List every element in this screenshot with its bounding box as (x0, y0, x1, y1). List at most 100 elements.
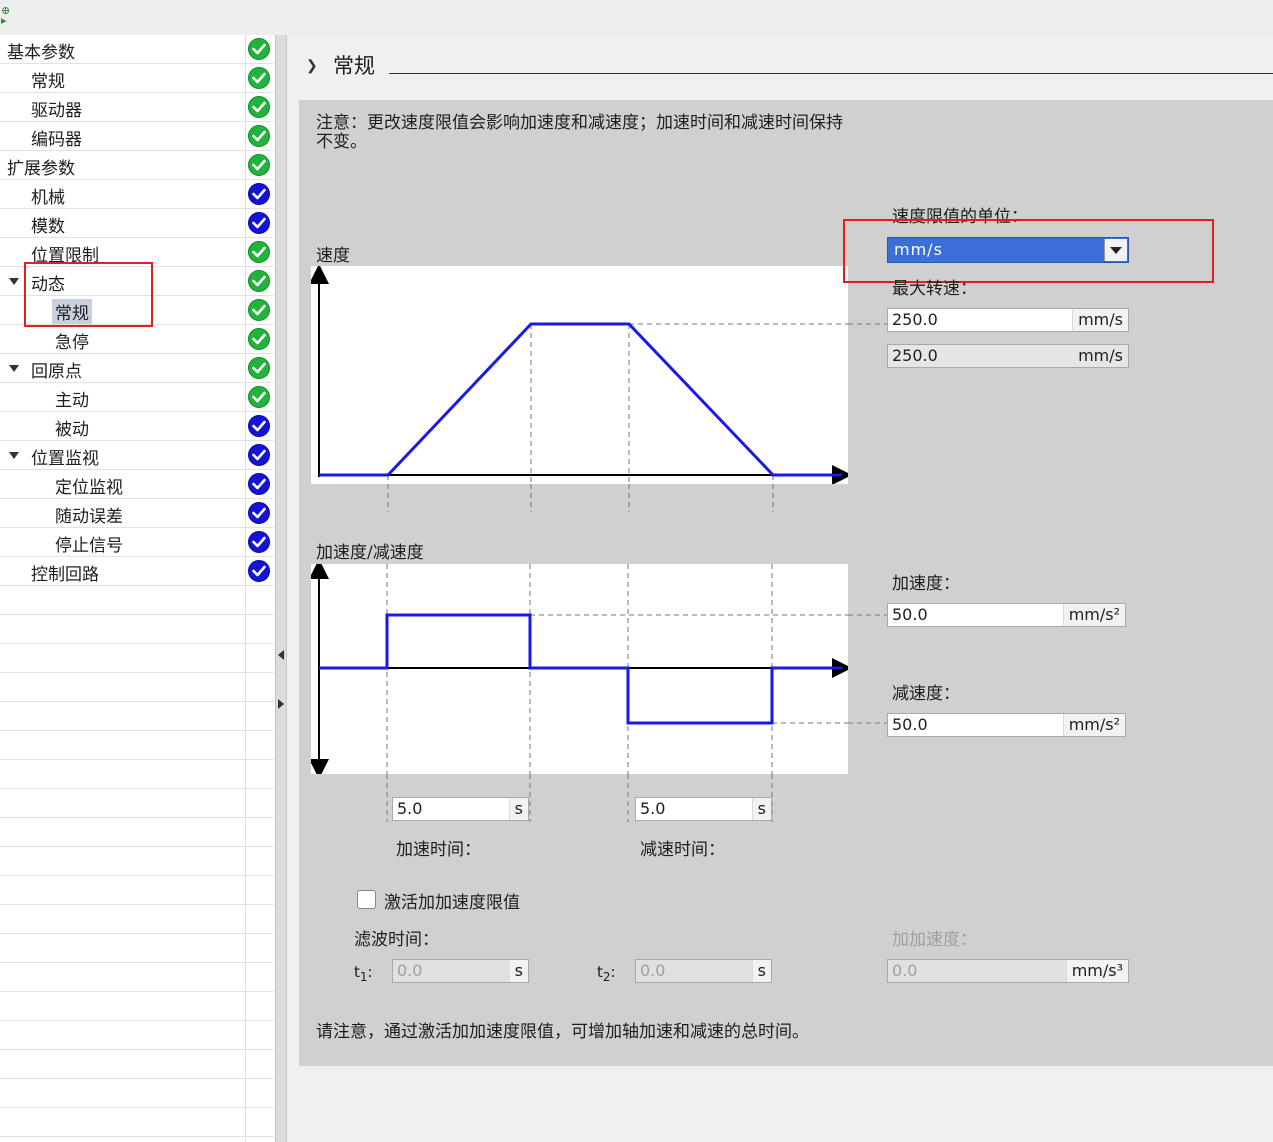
expand-arrow-icon[interactable] (9, 452, 19, 459)
filter-time-label: 滤波时间： (354, 930, 439, 950)
tree-item[interactable]: 编码器 (0, 122, 274, 151)
speed-readonly-unit: mm/s (1073, 345, 1128, 367)
tree-item[interactable]: 常规 (0, 64, 274, 93)
decel-value: 50.0 (892, 715, 928, 734)
tree-empty-row (0, 644, 274, 673)
tree-empty-row (0, 1108, 274, 1137)
accel-unit: mm/s² (1062, 604, 1125, 626)
expand-arrow-icon[interactable] (9, 365, 19, 372)
decel-label: 减速度： (892, 684, 960, 704)
tree-item-label: 驱动器 (31, 101, 82, 121)
tree-empty-row (0, 702, 274, 731)
tree-item[interactable]: 回原点 (0, 354, 274, 383)
t2-value: 0.0 (640, 961, 666, 980)
tree-item[interactable]: 模数 (0, 209, 274, 238)
collapse-left-icon[interactable] (278, 650, 284, 660)
tree-item-label: 定位监视 (55, 478, 123, 498)
accel-time-field[interactable]: 5.0 s (392, 797, 529, 821)
tree-item[interactable]: 基本参数 (0, 35, 274, 64)
t2-field[interactable]: 0.0 s (635, 959, 772, 983)
section-title: 常规 (333, 54, 375, 78)
tree-item[interactable]: 急停 (0, 325, 274, 354)
tree-item[interactable]: 被动 (0, 412, 274, 441)
t1-unit: s (508, 960, 528, 982)
tree-item-label: 编码器 (31, 130, 82, 150)
section-divider (389, 73, 1273, 74)
jerk-checkbox-label[interactable]: 激活加加速度限值 (384, 888, 520, 913)
tree-empty-row (0, 760, 274, 789)
jerk-label: 加加速度： (892, 930, 977, 950)
highlight-box-tree (24, 262, 153, 327)
tree-empty-row (0, 1021, 274, 1050)
tree-item[interactable]: 随动误差 (0, 499, 274, 528)
tree-item[interactable]: 驱动器 (0, 93, 274, 122)
status-ok-icon (248, 241, 270, 263)
tree-item[interactable]: 扩展参数 (0, 151, 274, 180)
tree-item[interactable]: 主动 (0, 383, 274, 412)
status-ok-icon (248, 38, 270, 60)
tree-empty-row (0, 963, 274, 992)
accel-field[interactable]: 50.0 mm/s² (887, 603, 1126, 627)
decel-unit: mm/s² (1062, 714, 1125, 736)
window-top-strip (0, 0, 1273, 35)
status-ok-icon (248, 96, 270, 118)
tree-item-label: 位置监视 (31, 449, 99, 469)
status-default-icon (248, 560, 270, 582)
t1-field[interactable]: 0.0 s (392, 959, 529, 983)
status-ok-icon (248, 357, 270, 379)
jerk-limit-checkbox[interactable] (357, 890, 376, 909)
tree-item-label: 随动误差 (55, 507, 123, 527)
tree-item-label: 主动 (55, 391, 89, 411)
tree-empty-row (0, 876, 274, 905)
tree-empty-row (0, 934, 274, 963)
tree-item-label: 扩展参数 (7, 159, 75, 179)
tree-empty-row (0, 1050, 274, 1079)
jerk-unit: mm/s³ (1065, 960, 1128, 982)
accel-chart-label: 加速度/减速度 (316, 543, 424, 563)
decel-time-field[interactable]: 5.0 s (635, 797, 772, 821)
tree-item-label: 控制回路 (31, 565, 99, 585)
accel-leaders (848, 614, 887, 724)
speed-guide-extensions (387, 484, 774, 512)
t1-value: 0.0 (397, 961, 423, 980)
status-default-icon (248, 531, 270, 553)
status-ok-icon (248, 386, 270, 408)
status-default-icon (248, 212, 270, 234)
tree-item[interactable]: 位置监视 (0, 441, 274, 470)
status-ok-icon (248, 299, 270, 321)
speed-chart-label: 速度 (316, 246, 350, 266)
max-speed-field[interactable]: 250.0 mm/s (887, 308, 1129, 332)
expand-arrow-icon[interactable] (9, 278, 19, 285)
tree-empty-row (0, 673, 274, 702)
expand-right-icon[interactable] (278, 699, 284, 709)
status-default-icon (248, 183, 270, 205)
chevron-right-icon[interactable]: ❯ (306, 58, 318, 74)
max-speed-label: 最大转速： (892, 279, 977, 299)
tree-item-label: 常规 (31, 72, 65, 92)
jerk-field[interactable]: 0.0 mm/s³ (887, 959, 1129, 983)
decel-field[interactable]: 50.0 mm/s² (887, 713, 1126, 737)
tree-item[interactable]: 机械 (0, 180, 274, 209)
t2-subscript: 2 (602, 970, 611, 984)
tree-item-label: 被动 (55, 420, 89, 440)
decel-time-value: 5.0 (640, 799, 666, 818)
app-icon: ⊕ ▸ (1, 4, 11, 27)
tree-empty-row (0, 1079, 274, 1108)
t1-subscript: 1 (359, 970, 368, 984)
accel-label: 加速度： (892, 574, 960, 594)
speed-readonly-field: 250.0 mm/s (887, 344, 1129, 368)
tree-empty-row (0, 789, 274, 818)
speed-profile-curve (319, 322, 842, 477)
accel-value: 50.0 (892, 605, 928, 624)
accel-time-unit: s (508, 798, 528, 820)
tree-item[interactable]: 停止信号 (0, 528, 274, 557)
tree-empty-row (0, 586, 274, 615)
status-ok-icon (248, 270, 270, 292)
tree-item[interactable]: 定位监视 (0, 470, 274, 499)
tree-item-label: 急停 (55, 333, 89, 353)
status-default-icon (248, 415, 270, 437)
tree-item[interactable]: 控制回路 (0, 557, 274, 586)
status-default-icon (248, 502, 270, 524)
pane-splitter[interactable] (275, 35, 287, 1142)
tree-empty-row (0, 731, 274, 760)
